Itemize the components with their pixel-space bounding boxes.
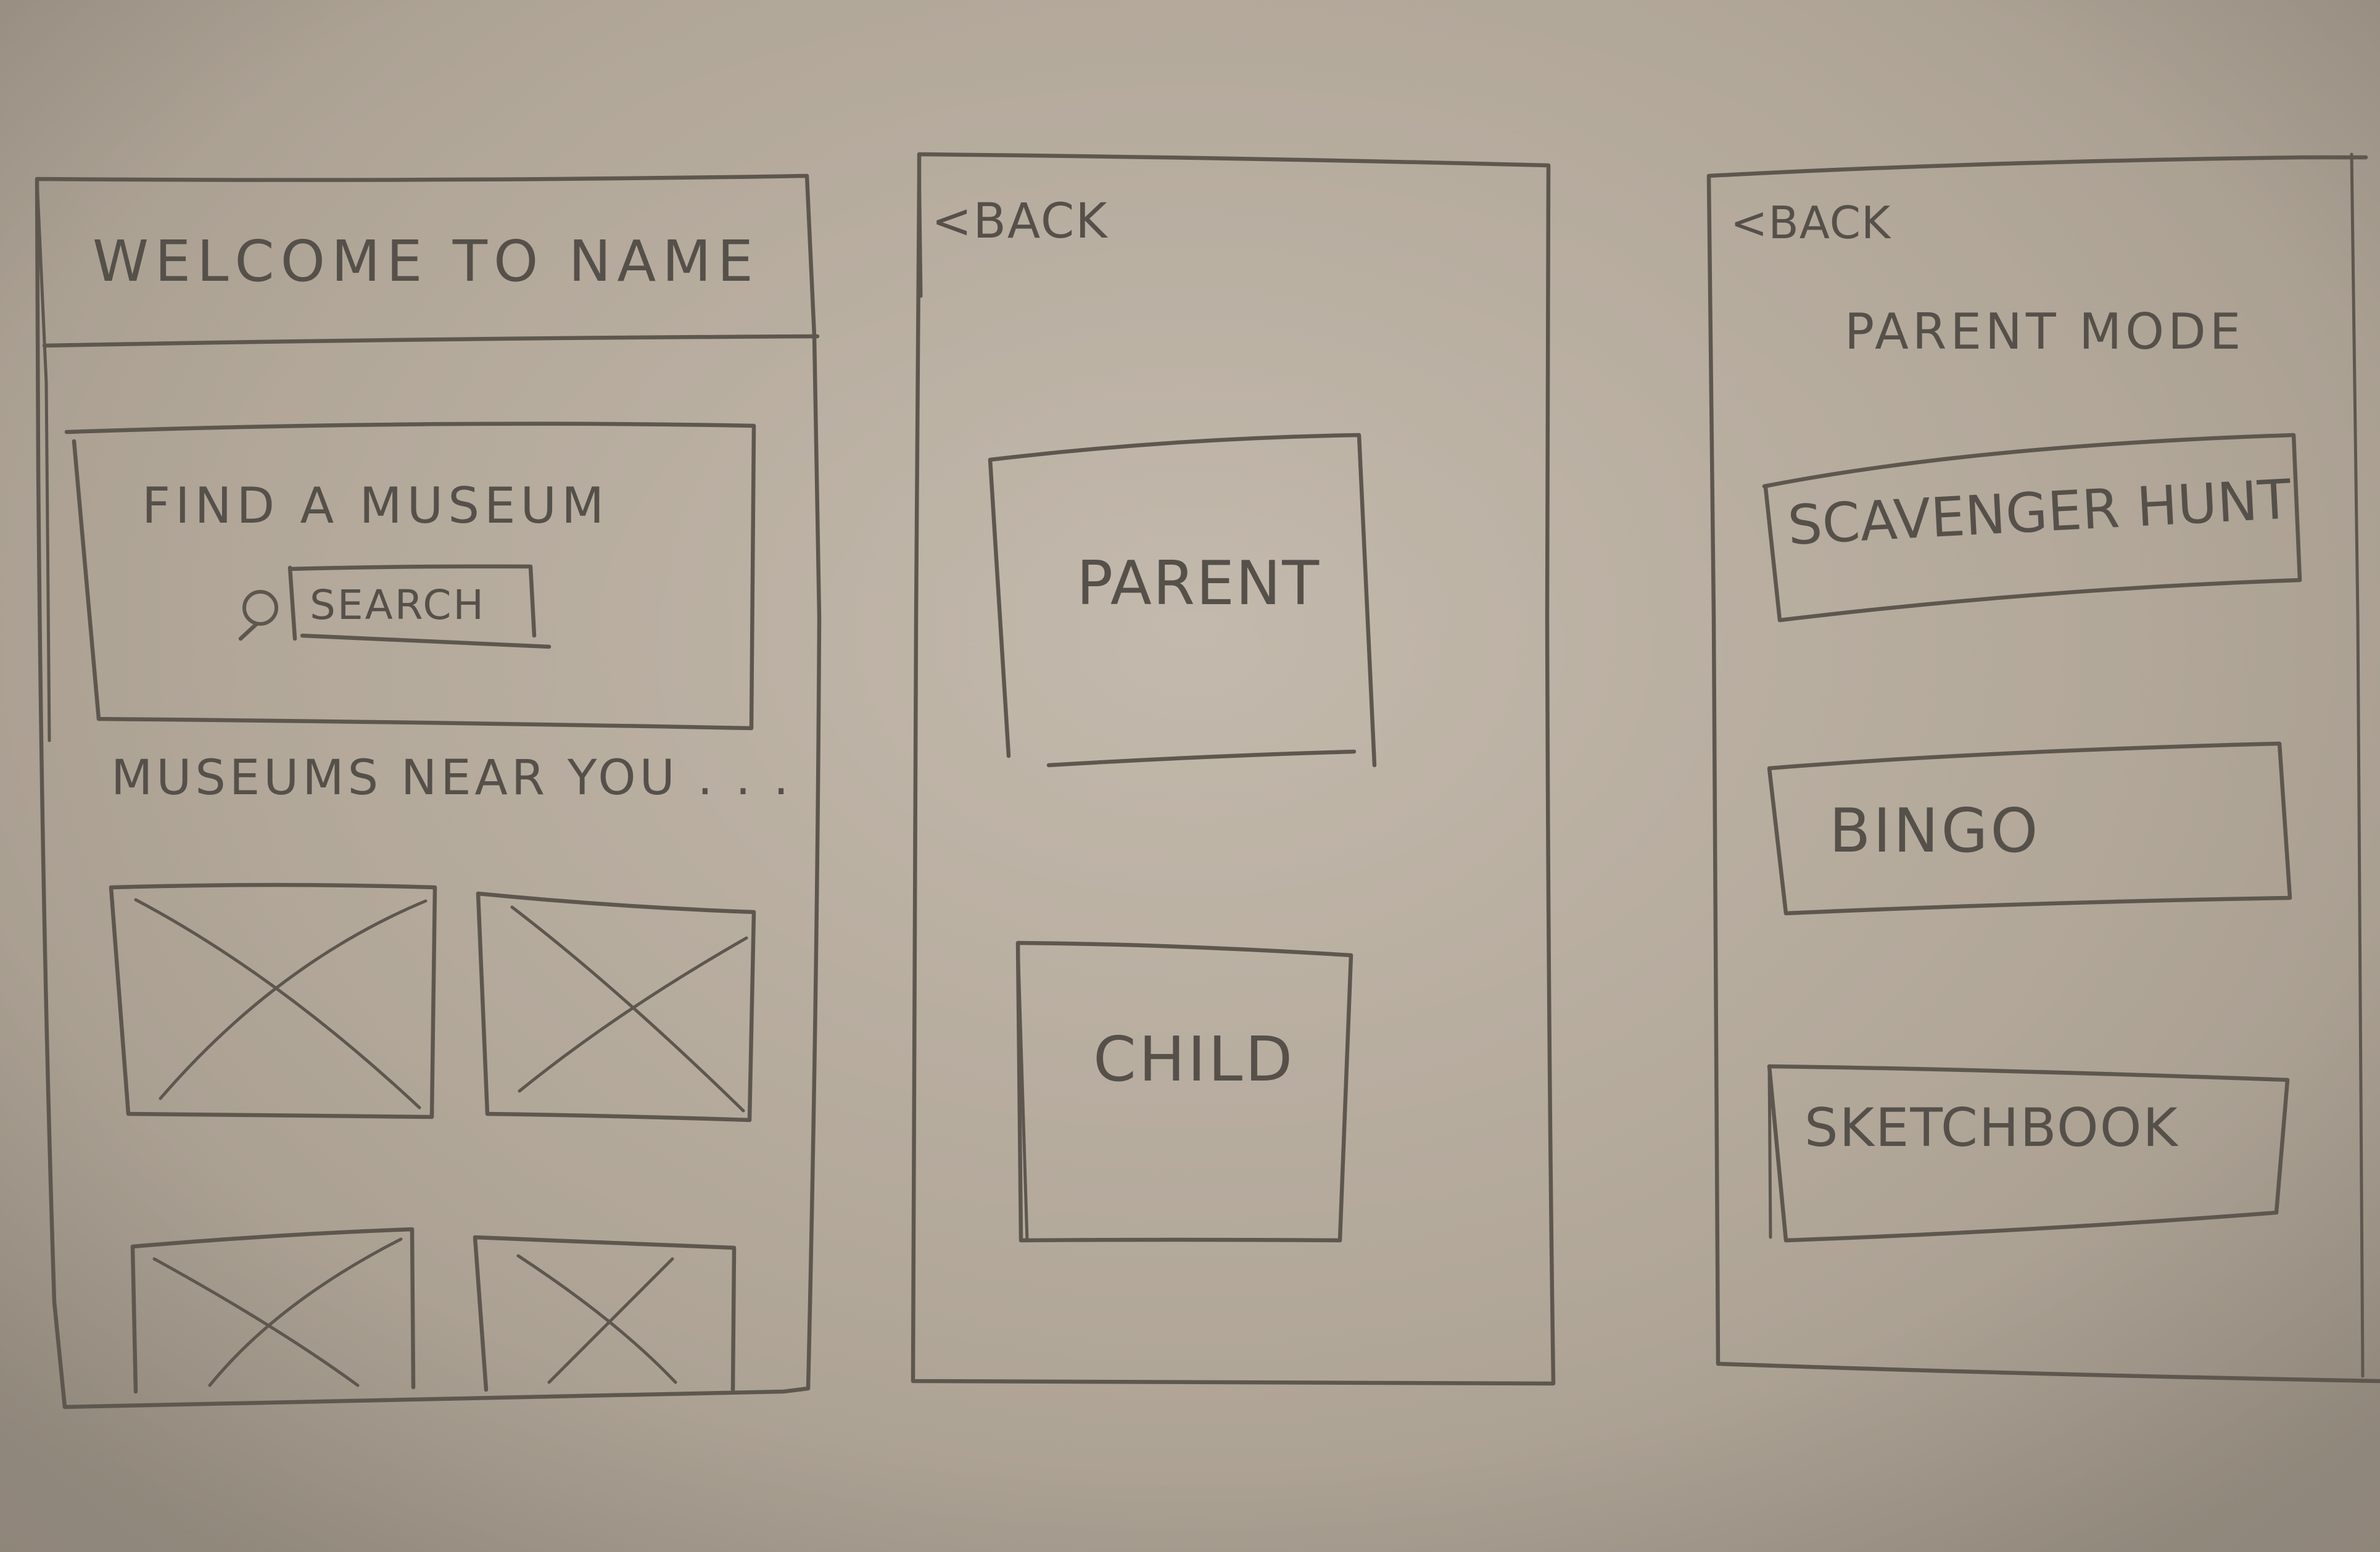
- search-label[interactable]: SEARCH: [310, 585, 486, 626]
- home-title: WELCOME TO NAME: [93, 228, 759, 294]
- back-button[interactable]: <BACK: [1730, 201, 1891, 245]
- child-label: CHILD: [1093, 1023, 1295, 1095]
- parent-label: PARENT: [1076, 549, 1321, 619]
- bingo-label: BINGO: [1829, 796, 2041, 866]
- museums-near-you-heading: MUSEUMS NEAR YOU . . .: [111, 750, 793, 806]
- back-button[interactable]: <BACK: [932, 197, 1108, 246]
- parent-mode-title: PARENT MODE: [1845, 303, 2245, 360]
- find-museum-heading: FIND A MUSEUM: [142, 477, 609, 534]
- sketchbook-label: SKETCHBOOK: [1804, 1097, 2179, 1159]
